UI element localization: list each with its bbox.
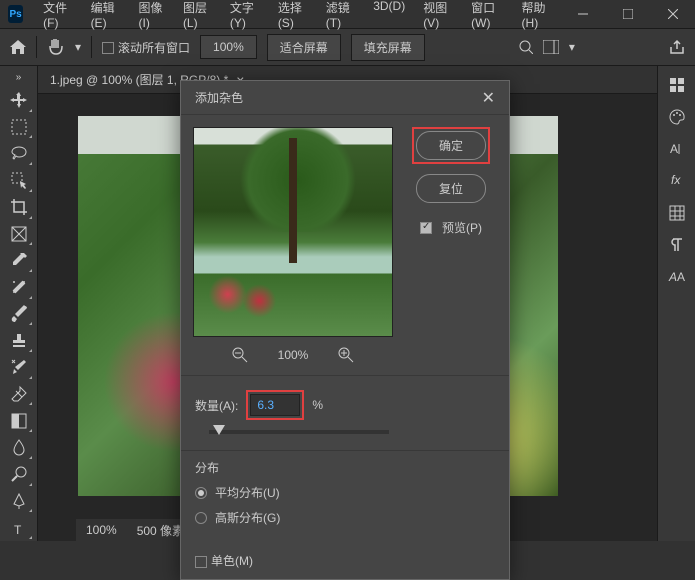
menu-edit[interactable]: 编辑(E) [83,0,129,34]
panel-icon[interactable] [668,76,686,94]
zoom-out-icon[interactable] [232,347,248,363]
svg-text:A: A [670,142,678,156]
color-panel-icon[interactable] [668,108,686,126]
scroll-all-checkbox[interactable]: 滚动所有窗口 [102,39,190,56]
zoom-in-icon[interactable] [338,347,354,363]
monochrome-checkbox[interactable]: 单色(M) [195,554,253,568]
reset-button[interactable]: 复位 [416,174,486,203]
checkbox-icon [420,222,432,234]
move-tool[interactable] [5,88,33,113]
svg-text:A: A [677,270,685,284]
collapse-icon[interactable]: » [16,72,22,83]
distribution-label: 分布 [195,459,495,476]
divider [36,36,37,58]
marquee-tool[interactable] [5,115,33,140]
type-tool[interactable]: T [5,515,33,540]
add-noise-dialog: 添加杂色 ✕ 100% 确定 复位 预览(P) 数量(A): % [180,80,510,580]
brush-tool[interactable] [5,302,33,327]
amount-input[interactable] [250,394,300,416]
uniform-radio[interactable]: 平均分布(U) [195,484,495,501]
preview-zoom-value: 100% [278,348,309,362]
radio-icon [195,512,207,524]
divider [91,36,92,58]
ok-button[interactable]: 确定 [416,131,486,160]
svg-text:A: A [668,270,677,284]
blur-tool[interactable] [5,435,33,460]
history-brush-tool[interactable] [5,355,33,380]
lasso-tool[interactable] [5,141,33,166]
pen-tool[interactable] [5,489,33,514]
menu-image[interactable]: 图像(I) [131,0,173,34]
highlight-marker: 确定 [412,127,490,164]
options-bar: ▾ 滚动所有窗口 100% 适合屏幕 填充屏幕 ▾ [0,28,695,66]
maximize-button[interactable] [605,0,650,28]
menu-3d[interactable]: 3D(D) [365,0,413,34]
dialog-title: 添加杂色 [195,89,243,106]
crop-tool[interactable] [5,195,33,220]
svg-text:fx: fx [671,173,681,187]
glyphs-panel-icon[interactable]: AA [668,268,686,286]
window-controls [560,0,695,28]
hand-tool-icon[interactable] [47,38,65,56]
distribution-section: 分布 平均分布(U) 高斯分布(G) [181,450,509,542]
title-bar: Ps 文件(F) 编辑(E) 图像(I) 图层(L) 文字(Y) 选择(S) 滤… [0,0,695,28]
right-panels: A fx AA [657,66,695,541]
home-icon[interactable] [10,40,26,54]
amount-slider[interactable] [209,430,389,434]
radio-icon [195,487,207,499]
close-button[interactable] [650,0,695,28]
menu-type[interactable]: 文字(Y) [222,0,268,34]
eraser-tool[interactable] [5,382,33,407]
character-panel-icon[interactable]: A [668,140,686,158]
dodge-tool[interactable] [5,462,33,487]
preview-section: 100% [193,127,393,363]
dropdown-arrow-icon[interactable]: ▾ [569,40,575,54]
amount-section: 数量(A): % [181,375,509,450]
fit-screen-button[interactable]: 适合屏幕 [267,34,341,61]
menu-bar: 文件(F) 编辑(E) 图像(I) 图层(L) 文字(Y) 选择(S) 滤镜(T… [35,0,560,34]
slider-thumb[interactable] [213,425,225,435]
healing-tool[interactable] [5,275,33,300]
dialog-titlebar[interactable]: 添加杂色 ✕ [181,81,509,115]
paragraph-panel-icon[interactable] [668,236,686,254]
preview-checkbox[interactable]: 预览(P) [420,219,482,236]
minimize-button[interactable] [560,0,605,28]
monochrome-section: 单色(M) [181,542,509,579]
svg-text:T: T [14,523,22,537]
preview-image[interactable] [193,127,393,337]
preview-label: 预览(P) [442,219,482,236]
stamp-tool[interactable] [5,328,33,353]
gradient-tool[interactable] [5,408,33,433]
share-icon[interactable] [669,39,685,55]
styles-panel-icon[interactable]: fx [668,172,686,190]
menu-select[interactable]: 选择(S) [270,0,316,34]
amount-label: 数量(A): [195,397,238,414]
dialog-close-icon[interactable]: ✕ [482,88,495,108]
app-logo: Ps [8,5,23,23]
fill-screen-button[interactable]: 填充屏幕 [351,34,425,61]
gaussian-radio[interactable]: 高斯分布(G) [195,509,495,526]
workspace-icon[interactable] [543,40,559,54]
search-icon[interactable] [519,40,533,54]
dropdown-arrow-icon[interactable]: ▾ [75,40,81,54]
menu-view[interactable]: 视图(V) [415,0,461,34]
menu-window[interactable]: 窗口(W) [463,0,511,34]
quick-select-tool[interactable] [5,168,33,193]
frame-tool[interactable] [5,222,33,247]
menu-layer[interactable]: 图层(L) [175,0,220,34]
menu-filter[interactable]: 滤镜(T) [318,0,363,34]
highlight-marker [246,390,304,420]
menu-file[interactable]: 文件(F) [35,0,80,34]
swatches-panel-icon[interactable] [668,204,686,222]
amount-unit: % [312,398,323,412]
status-zoom[interactable]: 100% [86,523,117,537]
zoom-value[interactable]: 100% [200,35,257,59]
tools-panel: » T [0,66,38,541]
menu-help[interactable]: 帮助(H) [514,0,560,34]
eyedropper-tool[interactable] [5,248,33,273]
